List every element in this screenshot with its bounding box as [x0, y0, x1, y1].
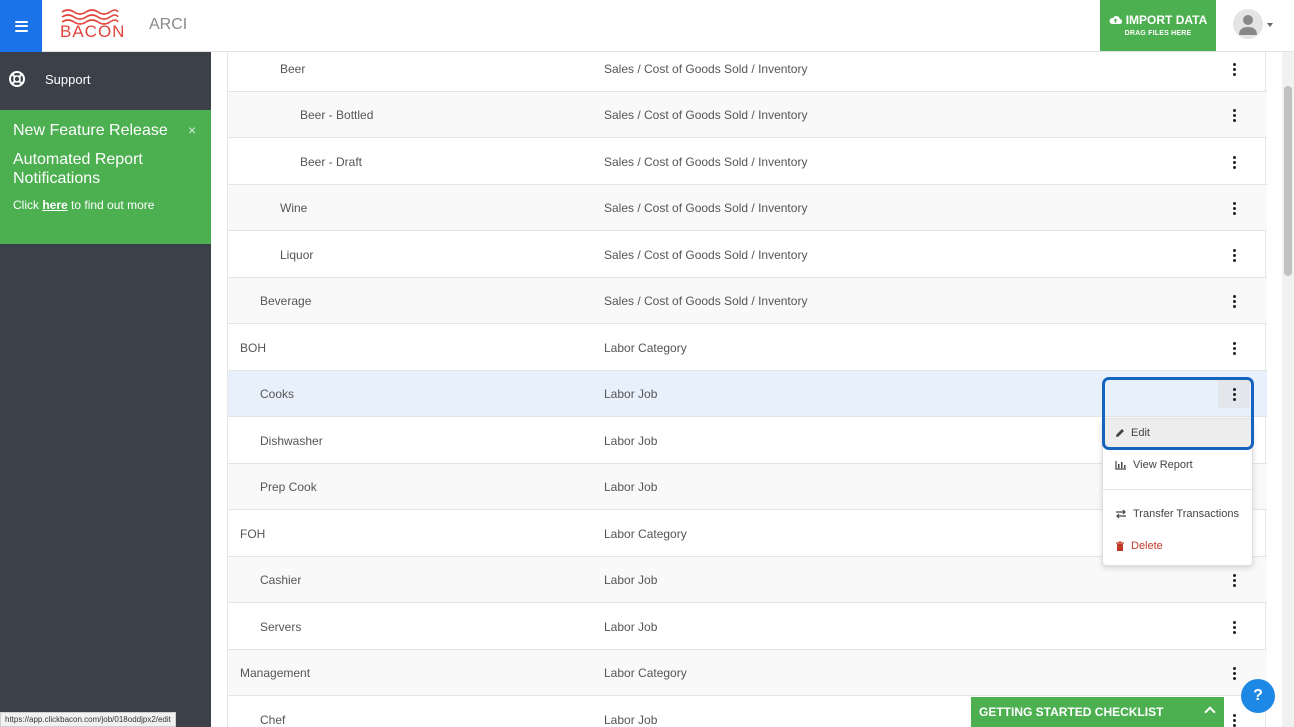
- row-name: Beer - Draft: [300, 155, 363, 169]
- banner-text: Click here to find out more: [13, 198, 154, 212]
- user-icon: [1239, 15, 1257, 35]
- kebab-menu-icon[interactable]: [1218, 148, 1250, 176]
- top-bar: BACON ARCI IMPORT DATA DRAG FILES HERE: [0, 0, 1294, 52]
- banner-subtitle: Automated Report Notifications: [13, 151, 143, 187]
- kebab-menu-icon[interactable]: [1218, 380, 1250, 408]
- hamburger-icon: [14, 20, 28, 32]
- table-row[interactable]: Beer - Draft Sales / Cost of Goods Sold …: [228, 139, 1267, 185]
- row-name: BOH: [240, 341, 267, 355]
- table-row[interactable]: Wine Sales / Cost of Goods Sold / Invent…: [228, 185, 1267, 231]
- sidebar-item-support[interactable]: Support: [0, 60, 211, 98]
- kebab-menu-icon[interactable]: [1218, 55, 1250, 83]
- table-row[interactable]: Beverage Sales / Cost of Goods Sold / In…: [228, 278, 1267, 324]
- category-table: Beer Sales / Cost of Goods Sold / Invent…: [227, 46, 1267, 727]
- user-avatar[interactable]: [1233, 9, 1263, 39]
- row-name: Dishwasher: [260, 434, 323, 448]
- menu-item-label: View Report: [1133, 459, 1193, 471]
- transfer-icon: [1116, 509, 1126, 519]
- checklist-label: GETTING STARTED CHECKLIST: [979, 705, 1164, 719]
- menu-divider: [1103, 489, 1252, 490]
- table-row[interactable]: Beer - Bottled Sales / Cost of Goods Sol…: [228, 92, 1267, 138]
- menu-item-label: Transfer Transactions: [1133, 508, 1239, 520]
- help-button[interactable]: ?: [1241, 679, 1275, 713]
- kebab-menu-icon[interactable]: [1218, 241, 1250, 269]
- menu-item-delete[interactable]: Delete: [1103, 532, 1252, 560]
- menu-item-edit[interactable]: Edit: [1103, 419, 1252, 447]
- row-type: Labor Category: [604, 341, 687, 355]
- scrollbar[interactable]: [1282, 52, 1294, 727]
- banner-text-suffix: to find out more: [67, 198, 155, 212]
- logo-text: BACON: [60, 22, 126, 41]
- row-name: Management: [240, 666, 311, 680]
- row-type: Sales / Cost of Goods Sold / Inventory: [604, 248, 808, 262]
- table-row[interactable]: Beer Sales / Cost of Goods Sold / Invent…: [228, 46, 1267, 92]
- menu-item-label: Edit: [1131, 427, 1150, 439]
- scrollbar-thumb[interactable]: [1284, 86, 1292, 276]
- sidebar-item-label: Support: [45, 71, 91, 87]
- menu-item-transfer-transactions[interactable]: Transfer Transactions: [1103, 500, 1252, 528]
- table-row[interactable]: Liquor Sales / Cost of Goods Sold / Inve…: [228, 232, 1267, 278]
- table-row[interactable]: BOH Labor Category: [228, 325, 1267, 371]
- cloud-upload-icon: [1109, 16, 1122, 25]
- status-url: https://app.clickbacon.com/job/018oddjpx…: [0, 712, 176, 727]
- row-type: Labor Job: [604, 573, 658, 587]
- menu-item-label: Delete: [1131, 540, 1163, 552]
- row-type: Labor Job: [604, 387, 658, 401]
- table-row-selected[interactable]: Cooks Labor Job: [228, 371, 1267, 417]
- sidebar: Support × New Feature Release Automated …: [0, 52, 211, 727]
- row-name: FOH: [240, 527, 266, 541]
- row-type: Sales / Cost of Goods Sold / Inventory: [604, 294, 808, 308]
- kebab-menu-icon[interactable]: [1218, 613, 1250, 641]
- row-name: Prep Cook: [260, 480, 317, 494]
- row-actions-menu: Edit View Report Transfer Transactions D…: [1102, 418, 1253, 566]
- row-name: Chef: [260, 713, 286, 727]
- banner-text-prefix: Click: [13, 198, 43, 212]
- row-type: Sales / Cost of Goods Sold / Inventory: [604, 108, 808, 122]
- row-name: Cooks: [260, 387, 295, 401]
- banner-link[interactable]: here: [42, 198, 67, 212]
- close-icon[interactable]: ×: [188, 122, 196, 138]
- feature-release-banner: × New Feature Release Automated Report N…: [0, 110, 211, 244]
- kebab-menu-icon[interactable]: [1218, 194, 1250, 222]
- getting-started-checklist-button[interactable]: GETTING STARTED CHECKLIST: [971, 697, 1224, 727]
- import-data-sublabel: DRAG FILES HERE: [1124, 30, 1192, 37]
- row-name: Beverage: [260, 294, 312, 308]
- chevron-down-icon[interactable]: [1267, 23, 1273, 27]
- import-data-button[interactable]: IMPORT DATA DRAG FILES HERE: [1100, 0, 1216, 51]
- kebab-menu-icon[interactable]: [1218, 287, 1250, 315]
- row-name: Servers: [260, 620, 302, 634]
- chevron-up-icon: [1204, 706, 1216, 718]
- app-title: ARCI: [149, 16, 188, 33]
- row-type: Labor Job: [604, 480, 658, 494]
- menu-item-view-report[interactable]: View Report: [1103, 451, 1252, 479]
- kebab-menu-icon[interactable]: [1218, 334, 1250, 362]
- row-name: Wine: [280, 201, 308, 215]
- row-type: Sales / Cost of Goods Sold / Inventory: [604, 155, 808, 169]
- trash-icon: [1116, 541, 1124, 551]
- row-type: Labor Category: [604, 527, 687, 541]
- row-type: Labor Job: [604, 434, 658, 448]
- kebab-menu-icon[interactable]: [1218, 101, 1250, 129]
- menu-toggle-button[interactable]: [0, 0, 42, 52]
- import-data-label: IMPORT DATA: [1125, 13, 1208, 27]
- table-row[interactable]: Management Labor Category: [228, 650, 1267, 696]
- row-type: Labor Job: [604, 713, 658, 727]
- pencil-icon: [1116, 429, 1124, 437]
- table-row[interactable]: Servers Labor Job: [228, 604, 1267, 650]
- row-type: Labor Job: [604, 620, 658, 634]
- row-name: Beer - Bottled: [300, 108, 374, 122]
- bar-chart-icon: [1115, 461, 1126, 470]
- row-name: Cashier: [260, 573, 302, 587]
- row-type: Labor Category: [604, 666, 687, 680]
- row-type: Sales / Cost of Goods Sold / Inventory: [604, 201, 808, 215]
- row-type: Sales / Cost of Goods Sold / Inventory: [604, 62, 808, 76]
- row-name: Beer: [280, 62, 306, 76]
- row-name: Liquor: [280, 248, 314, 262]
- lifebuoy-icon: [9, 71, 25, 87]
- banner-title: New Feature Release: [13, 122, 168, 139]
- kebab-menu-icon[interactable]: [1218, 566, 1250, 594]
